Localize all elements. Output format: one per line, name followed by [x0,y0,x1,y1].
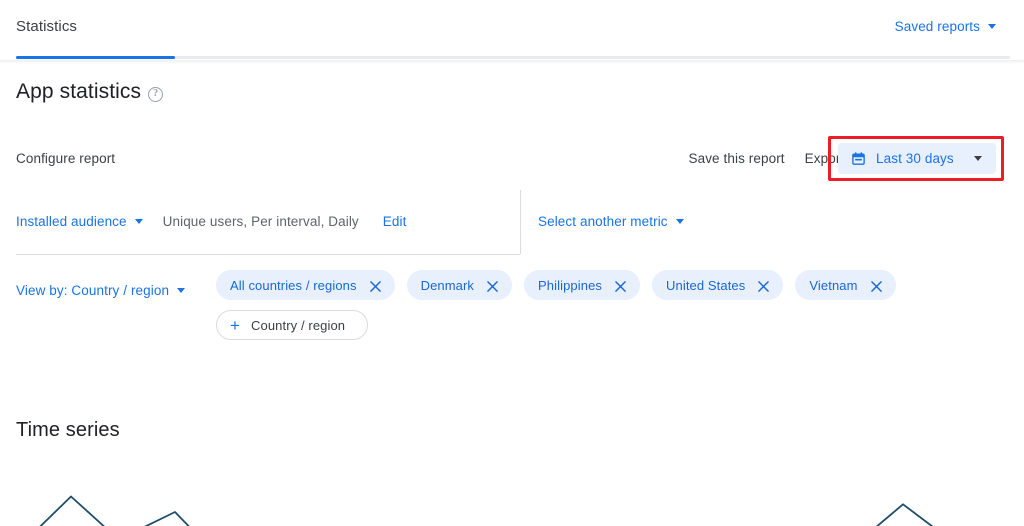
configure-report-label: Configure report [16,151,116,166]
select-another-metric-label: Select another metric [538,214,668,229]
close-icon[interactable] [870,280,882,292]
top-bar: Statistics Saved reports [0,0,1024,56]
saved-reports-button[interactable]: Saved reports [895,19,996,34]
installed-audience-dropdown[interactable]: Installed audience [16,214,143,229]
dimension-chip[interactable]: Vietnam [795,270,896,300]
save-this-report-button[interactable]: Save this report [679,145,795,172]
metric-row: Installed audience Unique users, Per int… [0,200,1024,254]
dimension-chip[interactable]: All countries / regions [216,270,395,300]
metric-description: Unique users, Per interval, Daily [162,214,359,229]
close-icon[interactable] [487,280,498,292]
chevron-down-icon [675,219,684,224]
dimension-chip-label: Denmark [420,277,475,293]
time-series-chart[interactable]: 40 [0,462,1024,526]
metric-left-group: Installed audience Unique users, Per int… [16,214,406,229]
dimension-chip[interactable]: United States [652,270,784,300]
time-series-title: Time series [16,419,120,441]
chevron-down-icon [177,288,186,293]
select-another-metric-dropdown[interactable]: Select another metric [538,214,684,229]
dimension-chip[interactable]: Denmark [406,270,513,300]
dimension-chip[interactable]: Philippines [524,270,641,300]
chevron-down-icon [988,24,996,29]
installed-audience-label: Installed audience [16,214,127,229]
close-icon[interactable] [758,280,770,292]
save-this-report-label: Save this report [688,150,785,166]
header-shadow [0,60,1024,64]
calendar-icon [851,151,866,166]
date-range-button[interactable]: Last 30 days [838,143,996,174]
chevron-down-icon [974,156,982,161]
progress-rail [16,56,1010,59]
progress-rail-fill [16,56,176,59]
view-by-dropdown[interactable]: View by: Country / region [16,283,186,298]
close-icon[interactable] [615,280,626,292]
dimension-chip-label: United States [666,277,746,293]
app-statistics-page: Statistics Saved reports App statistics … [0,0,1024,526]
dimension-chip-label: Philippines [538,277,603,293]
view-by-label: View by: Country / region [16,283,170,298]
add-dimension-chip[interactable]: + Country / region [216,310,368,340]
chevron-down-icon [134,219,143,224]
metric-vertical-divider [520,190,521,254]
section-heading: App statistics ? [16,80,164,104]
add-dimension-label: Country / region [251,317,346,333]
edit-metric-link[interactable]: Edit [383,214,407,229]
page-title: Statistics [16,18,78,35]
dimension-chip-label: Vietnam [809,277,858,293]
close-icon[interactable] [369,280,381,292]
chart-series-line [39,495,934,526]
metric-right-group: Select another metric [538,214,684,229]
metric-horizontal-divider [16,254,520,255]
section-heading-text: App statistics [16,80,142,103]
help-circle-icon[interactable]: ? [148,86,164,102]
date-range-label: Last 30 days [876,151,954,166]
plus-icon: + [230,315,241,335]
dimension-chip-label: All countries / regions [230,277,357,293]
saved-reports-label: Saved reports [894,19,980,34]
dimension-chip-list: All countries / regions Denmark Philippi… [216,270,1016,340]
